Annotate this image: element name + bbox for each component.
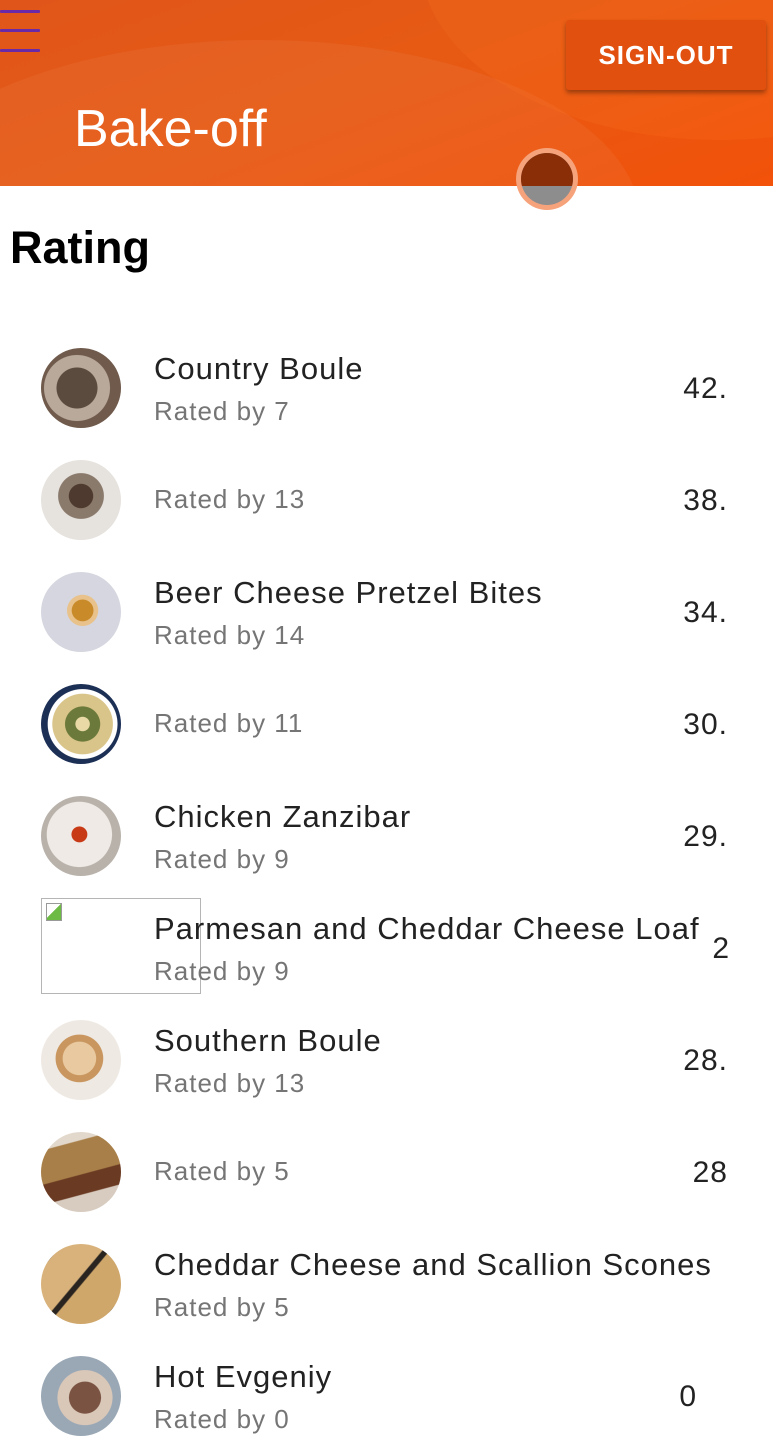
app-title: Bake-off (74, 100, 267, 158)
item-score: 2 (712, 932, 730, 965)
list-item[interactable]: Parmesan and Cheddar Cheese Loaf Rated b… (0, 896, 773, 1008)
item-photo (41, 1020, 121, 1100)
list-item[interactable]: Hot Evgeniy Rated by 0 0 (0, 1344, 773, 1456)
item-name: Country Boule (154, 351, 364, 386)
item-rated-by: Rated by 13 (154, 484, 306, 514)
sign-out-button[interactable]: SIGN-OUT (566, 20, 766, 90)
item-rated-by: Rated by 5 (154, 1156, 290, 1186)
list-item[interactable]: Beer Cheese Pretzel Bites Rated by 14 34… (0, 560, 773, 672)
item-rated-by: Rated by 7 (154, 396, 290, 426)
list-item[interactable]: Rated by 13 38. (0, 448, 773, 560)
item-name: Beer Cheese Pretzel Bites (154, 575, 543, 610)
list-item[interactable]: Rated by 5 28 (0, 1120, 773, 1232)
list-item[interactable]: Southern Boule Rated by 13 28. (0, 1008, 773, 1120)
item-rated-by: Rated by 13 (154, 1068, 306, 1098)
item-photo (41, 684, 121, 764)
item-score: 0 (679, 1380, 697, 1413)
item-rated-by: Rated by 5 (154, 1292, 290, 1322)
avatar-fab[interactable] (516, 148, 578, 210)
item-photo (41, 460, 121, 540)
item-name: Chicken Zanzibar (154, 799, 412, 834)
item-score: 28 (692, 1156, 728, 1189)
item-photo (41, 796, 121, 876)
item-name: Parmesan and Cheddar Cheese Loaf (154, 911, 700, 946)
item-rated-by: Rated by 11 (154, 708, 304, 738)
list-item[interactable]: Country Boule Rated by 7 42. (0, 336, 773, 448)
list-item[interactable]: Rated by 11 30. (0, 672, 773, 784)
app-header: Bake-off SIGN-OUT (0, 0, 773, 186)
item-score: 28. (683, 1044, 728, 1077)
item-score: 42. (683, 372, 728, 405)
item-name: Cheddar Cheese and Scallion Scones (154, 1247, 712, 1282)
page-title: Rating (10, 222, 150, 273)
list-item[interactable]: Cheddar Cheese and Scallion Scones Rated… (0, 1232, 773, 1344)
item-name: Southern Boule (154, 1023, 382, 1058)
item-photo (41, 572, 121, 652)
item-rated-by: Rated by 14 (154, 620, 306, 650)
item-score: 38. (683, 484, 728, 517)
list-item[interactable]: Chicken Zanzibar Rated by 9 29. (0, 784, 773, 896)
item-name: Hot Evgeniy (154, 1359, 333, 1394)
item-rated-by: Rated by 9 (154, 956, 290, 986)
item-photo (41, 1132, 121, 1212)
item-score: 34. (683, 596, 728, 629)
item-photo (41, 1244, 121, 1324)
item-score: 30. (683, 708, 728, 741)
item-rated-by: Rated by 0 (154, 1404, 290, 1434)
item-rated-by: Rated by 9 (154, 844, 290, 874)
item-photo (41, 348, 121, 428)
item-photo (41, 1356, 121, 1436)
menu-icon[interactable] (0, 10, 42, 54)
item-score: 29. (683, 820, 728, 853)
